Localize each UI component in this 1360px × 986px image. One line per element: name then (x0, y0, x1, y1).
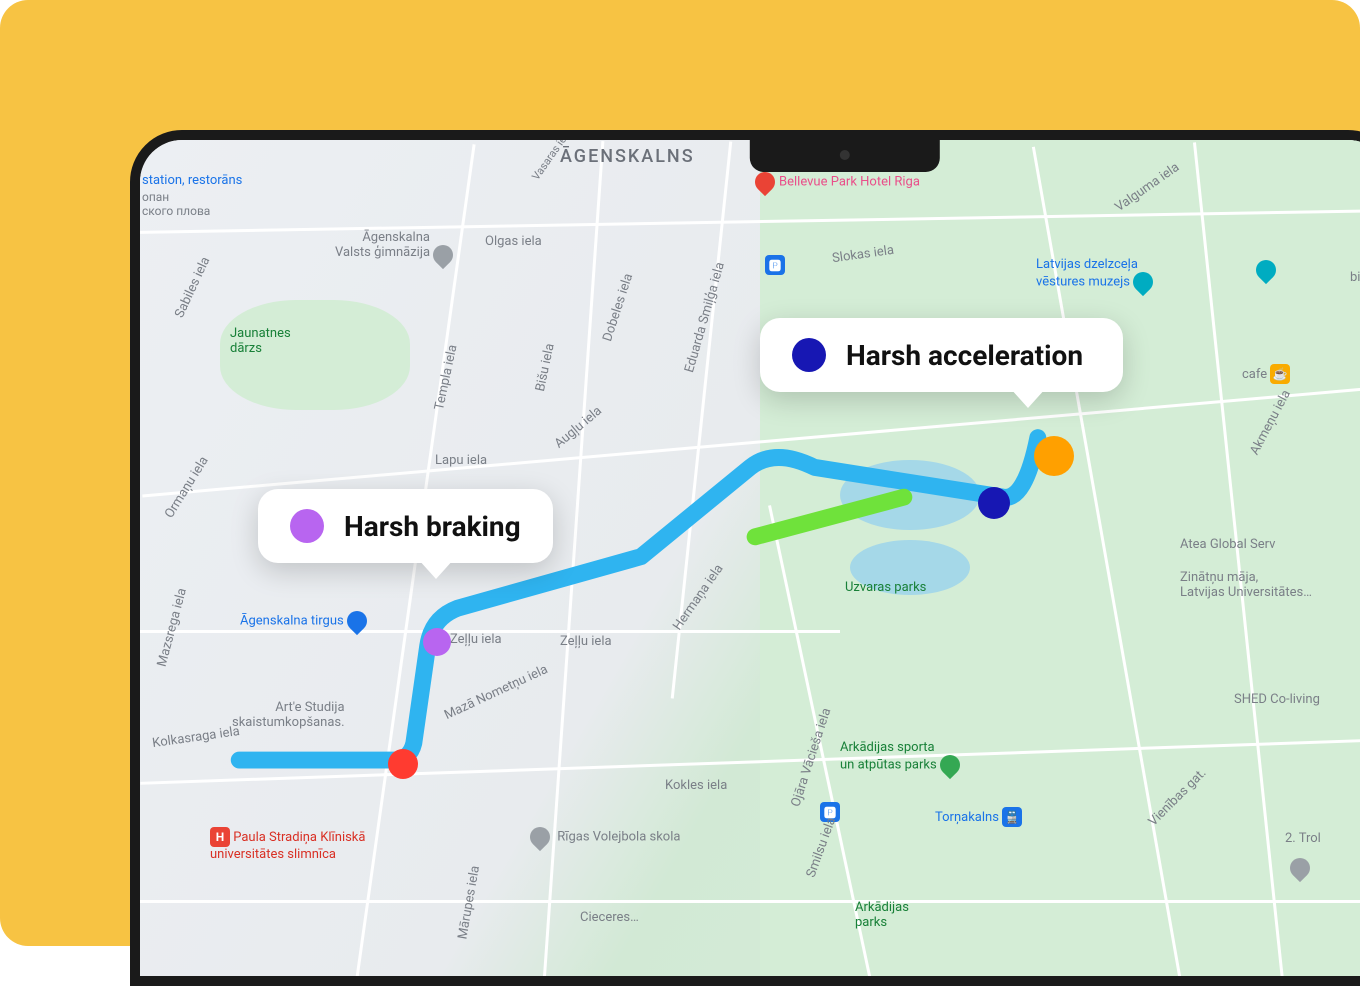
poi-cafe[interactable]: cafe ☕ (1242, 364, 1290, 384)
outer-frame: Harsh braking Harsh acceleration ĀGENSKA… (0, 0, 1360, 946)
road (539, 141, 605, 986)
laptop-notch (750, 140, 940, 172)
route-event-purple[interactable] (423, 628, 451, 656)
poi-station-sub: опан ского плова (142, 190, 210, 218)
poi-text: Torņakalns (935, 810, 999, 825)
callout-dot-icon (792, 338, 826, 372)
poi-tornakalns[interactable]: Torņakalns 🚆 (935, 807, 1022, 827)
street-zellu: Zeļļu iela (450, 632, 502, 647)
street-kolkas: Kolkasraga iela (151, 724, 240, 751)
generic-pin-icon (1286, 854, 1314, 882)
poi-arkadijas[interactable]: Arkādijas parks (855, 900, 909, 930)
street-kokles: Kokles iela (665, 778, 727, 793)
street-mazrega: Mazsrega iela (155, 587, 190, 669)
street-auglu: Augļu iela (552, 404, 605, 452)
poi-dzelzcela[interactable]: Latvijas dzelzceļa vēstures muzejs (1036, 257, 1157, 292)
museum-pin-icon (1129, 268, 1157, 296)
poi-gimnazija[interactable]: Āgenskalna Valsts ģimnāzija (335, 230, 457, 265)
road (140, 900, 1360, 903)
poi-text: Bellevue Park Hotel Riga (779, 174, 920, 189)
poi-sporta[interactable]: Arkādijas sporta un atpūtas parks (840, 740, 964, 775)
poi-museum-east[interactable] (1256, 260, 1280, 280)
poi-text: Rīgas Volejbola skola (557, 829, 680, 844)
district-label: ĀGENSKALNS (560, 146, 695, 167)
street-hermana: Hermaņa iela (670, 562, 726, 634)
poi-bellevue[interactable]: Bellevue Park Hotel Riga (755, 172, 920, 192)
street-maza: Mazā Nometņu iela (442, 662, 550, 723)
poi-volejbola[interactable]: Rīgas Volejbola skola (530, 827, 680, 847)
cafe-icon: ☕ (1270, 364, 1290, 384)
callout-label: Harsh acceleration (846, 339, 1083, 372)
school-pin-icon (526, 823, 554, 851)
callout-dot-icon (290, 509, 324, 543)
poi-arte[interactable]: Art'e Studija skaistumkopšanas. (232, 700, 345, 730)
street-templa: Templa iela (432, 343, 460, 411)
hotel-pin-icon (751, 168, 779, 196)
street-cieceres: Cieceres… (580, 910, 639, 925)
street-olgas: Olgas iela (485, 234, 542, 249)
poi-zinatnu[interactable]: Zinātņu māja, Latvijas Universitātes… (1180, 570, 1312, 600)
poi-atea[interactable]: Atea Global Serv (1180, 537, 1275, 552)
street-zellu2: Zeļļu iela (560, 634, 612, 649)
park-pin-icon (936, 751, 964, 779)
pond-1 (840, 460, 980, 530)
street-bisu: Bišu iela (533, 342, 558, 393)
poi-text: Paula Stradiņa Klīniskā universitātes sl… (210, 830, 365, 862)
road (347, 144, 475, 986)
route-event-blue[interactable] (978, 487, 1010, 519)
poi-jaunatnes[interactable]: Jaunatnes dārzs (230, 326, 291, 356)
callout-acceleration[interactable]: Harsh acceleration (760, 318, 1123, 392)
street-bi: bi (1350, 270, 1360, 285)
poi-stradina[interactable]: H Paula Stradiņa Klīniskā universitātes … (210, 827, 365, 862)
callout-tail-icon (1010, 388, 1046, 408)
poi-transit-top[interactable]: 🅿 (765, 255, 785, 275)
street-smilga: Eduarda Smiļģa iela (682, 261, 728, 375)
callout-label: Harsh braking (344, 510, 521, 543)
market-pin-icon (343, 607, 371, 635)
route-event-orange[interactable] (1034, 436, 1074, 476)
laptop-bezel: Harsh braking Harsh acceleration ĀGENSKA… (130, 130, 1360, 986)
street-lapu: Lapu iela (435, 453, 487, 468)
poi-tirgus[interactable]: Āgenskalna tirgus (240, 611, 371, 631)
callout-tail-icon (418, 559, 454, 579)
poi-text: cafe (1242, 367, 1267, 382)
poi-shed[interactable]: SHED Co-living (1234, 692, 1320, 707)
callout-braking[interactable]: Harsh braking (258, 489, 553, 563)
transit-icon: 🅿 (765, 255, 785, 275)
street-ormanu: Ormaņu iela (162, 454, 212, 521)
poi-station[interactable]: station, restorāns (142, 173, 242, 188)
poi-gray-east[interactable] (1290, 858, 1314, 878)
poi-text: Latvijas dzelzceļa vēstures muzejs (1036, 257, 1138, 289)
school-pin-icon (429, 241, 457, 269)
street-sabiles: Sabiles iela (172, 255, 213, 321)
transit-icon: 🚆 (1002, 807, 1022, 827)
route-event-red[interactable] (388, 749, 418, 779)
poi-text: Āgenskalna tirgus (240, 613, 344, 628)
poi-trol[interactable]: 2. Trol (1285, 831, 1321, 846)
hospital-icon: H (210, 827, 230, 847)
museum-pin-icon (1252, 256, 1280, 284)
poi-uzvaras[interactable]: Uzvaras parks (845, 580, 926, 595)
map-canvas[interactable]: Harsh braking Harsh acceleration ĀGENSKA… (140, 140, 1360, 976)
poi-text: Arkādijas sporta un atpūtas parks (840, 740, 937, 772)
poi-text: Āgenskalna Valsts ģimnāzija (335, 230, 430, 260)
street-dobeles: Dobeles iela (600, 272, 636, 344)
